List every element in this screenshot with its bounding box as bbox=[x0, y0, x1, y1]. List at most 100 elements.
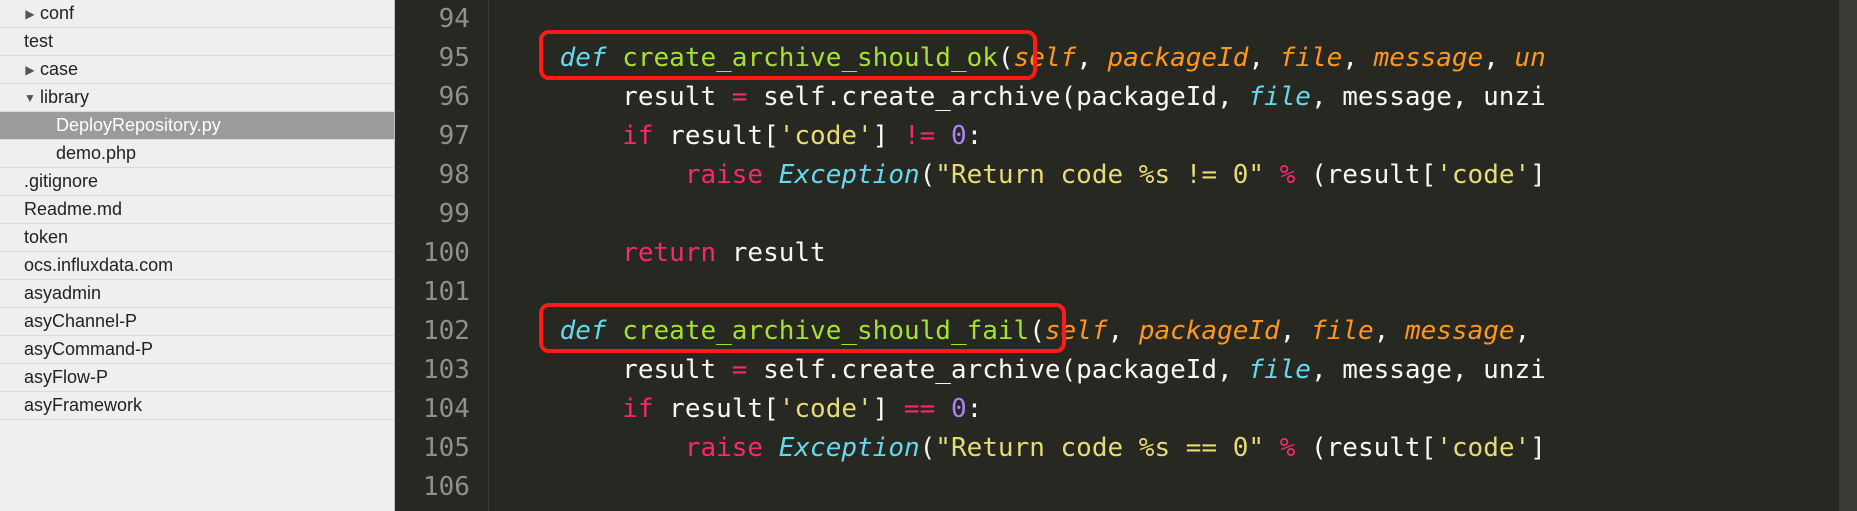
code-token: (result[ bbox=[1295, 160, 1436, 190]
tree-item-label: library bbox=[38, 87, 89, 108]
code-token: ( bbox=[1029, 316, 1045, 346]
code-line[interactable]: def create_archive_should_fail(self, pac… bbox=[497, 312, 1839, 351]
tree-item[interactable]: ▼library bbox=[0, 84, 394, 112]
code-token: ] bbox=[873, 121, 904, 151]
line-number: 101 bbox=[423, 273, 470, 312]
code-token: , message, unzi bbox=[1311, 82, 1546, 112]
code-token: raise bbox=[685, 433, 763, 463]
chevron-right-icon[interactable]: ▶ bbox=[22, 63, 38, 77]
code-line[interactable]: if result['code'] != 0: bbox=[497, 117, 1839, 156]
tree-item[interactable]: Readme.md bbox=[0, 196, 394, 224]
code-token: file bbox=[1280, 43, 1343, 73]
code-token: ] bbox=[873, 394, 904, 424]
code-line[interactable]: return result bbox=[497, 234, 1839, 273]
code-area[interactable]: def create_archive_should_ok(self, packa… bbox=[489, 0, 1839, 511]
code-line[interactable]: result = self.create_archive(packageId, … bbox=[497, 351, 1839, 390]
code-token: (result[ bbox=[1295, 433, 1436, 463]
tree-item[interactable]: ▶case bbox=[0, 56, 394, 84]
code-token: Exception bbox=[779, 433, 920, 463]
code-token: % bbox=[1280, 160, 1296, 190]
code-token: == bbox=[904, 394, 935, 424]
tree-item-label: asyadmin bbox=[22, 283, 101, 304]
line-number: 97 bbox=[423, 117, 470, 156]
code-token: create_archive_should_ok bbox=[622, 43, 998, 73]
tree-item-label: case bbox=[38, 59, 78, 80]
tree-item-label: Readme.md bbox=[22, 199, 122, 220]
code-token: , bbox=[1248, 43, 1279, 73]
file-tree-sidebar[interactable]: ▶conftest▶case▼libraryDeployRepository.p… bbox=[0, 0, 395, 511]
tree-item-label: .gitignore bbox=[22, 171, 98, 192]
code-token: 'code' bbox=[1436, 433, 1530, 463]
code-editor[interactable]: 949596979899100101102103104105106 def cr… bbox=[395, 0, 1857, 511]
tree-item[interactable]: asyFlow-P bbox=[0, 364, 394, 392]
code-token: result bbox=[716, 238, 826, 268]
code-line[interactable] bbox=[497, 0, 1839, 39]
tree-item[interactable]: .gitignore bbox=[0, 168, 394, 196]
code-token: "Return code %s != 0" bbox=[935, 160, 1264, 190]
line-number-gutter: 949596979899100101102103104105106 bbox=[395, 0, 489, 511]
code-token: , message, unzi bbox=[1311, 355, 1546, 385]
code-token: if bbox=[622, 394, 653, 424]
tree-item[interactable]: asyCommand-P bbox=[0, 336, 394, 364]
code-token bbox=[497, 238, 622, 268]
tree-item[interactable]: DeployRepository.py bbox=[0, 112, 394, 140]
code-token: 0 bbox=[951, 394, 967, 424]
code-token: ( bbox=[920, 160, 936, 190]
line-number: 99 bbox=[423, 195, 470, 234]
code-token bbox=[763, 433, 779, 463]
code-token: file bbox=[1248, 355, 1311, 385]
code-token: create_archive_should_fail bbox=[622, 316, 1029, 346]
code-token bbox=[1264, 160, 1280, 190]
tree-item-label: ocs.influxdata.com bbox=[22, 255, 173, 276]
code-token bbox=[497, 394, 622, 424]
tree-item-label: test bbox=[22, 31, 53, 52]
code-token: Exception bbox=[779, 160, 920, 190]
code-token: packageId bbox=[1139, 316, 1280, 346]
chevron-down-icon[interactable]: ▼ bbox=[22, 91, 38, 105]
code-token bbox=[497, 433, 685, 463]
tree-item-label: asyFramework bbox=[22, 395, 142, 416]
code-token: message bbox=[1374, 43, 1484, 73]
code-token: = bbox=[732, 355, 748, 385]
code-token: % bbox=[1280, 433, 1296, 463]
code-line[interactable]: raise Exception("Return code %s == 0" % … bbox=[497, 429, 1839, 468]
code-token: def bbox=[560, 43, 623, 73]
line-number: 106 bbox=[423, 468, 470, 507]
code-token: , bbox=[1374, 316, 1405, 346]
chevron-right-icon[interactable]: ▶ bbox=[22, 7, 38, 21]
code-token: self bbox=[1045, 316, 1108, 346]
tree-item[interactable]: asyFramework bbox=[0, 392, 394, 420]
code-token bbox=[497, 121, 622, 151]
tree-item[interactable]: test bbox=[0, 28, 394, 56]
code-token: file bbox=[1311, 316, 1374, 346]
vertical-scrollbar[interactable] bbox=[1839, 0, 1857, 511]
tree-item[interactable]: token bbox=[0, 224, 394, 252]
code-token: message bbox=[1405, 316, 1515, 346]
code-line[interactable]: result = self.create_archive(packageId, … bbox=[497, 78, 1839, 117]
code-token: ( bbox=[998, 43, 1014, 73]
code-line[interactable]: def create_archive_should_ok(self, packa… bbox=[497, 39, 1839, 78]
code-token: , bbox=[1342, 43, 1373, 73]
code-token: un bbox=[1515, 43, 1546, 73]
line-number: 100 bbox=[423, 234, 470, 273]
code-token: "Return code %s == 0" bbox=[935, 433, 1264, 463]
code-token: def bbox=[560, 316, 623, 346]
code-line[interactable] bbox=[497, 468, 1839, 507]
tree-item[interactable]: asyadmin bbox=[0, 280, 394, 308]
line-number: 96 bbox=[423, 78, 470, 117]
tree-item[interactable]: asyChannel-P bbox=[0, 308, 394, 336]
code-token: != bbox=[904, 121, 935, 151]
code-token: result[ bbox=[654, 121, 779, 151]
tree-item[interactable]: ocs.influxdata.com bbox=[0, 252, 394, 280]
tree-item[interactable]: demo.php bbox=[0, 140, 394, 168]
line-number: 94 bbox=[423, 0, 470, 39]
code-line[interactable]: raise Exception("Return code %s != 0" % … bbox=[497, 156, 1839, 195]
code-token: , bbox=[1076, 43, 1107, 73]
code-token: : bbox=[967, 121, 983, 151]
code-line[interactable]: if result['code'] == 0: bbox=[497, 390, 1839, 429]
code-line[interactable] bbox=[497, 195, 1839, 234]
code-token: : bbox=[967, 394, 983, 424]
code-line[interactable] bbox=[497, 273, 1839, 312]
tree-item[interactable]: ▶conf bbox=[0, 0, 394, 28]
tree-item-label: asyChannel-P bbox=[22, 311, 137, 332]
